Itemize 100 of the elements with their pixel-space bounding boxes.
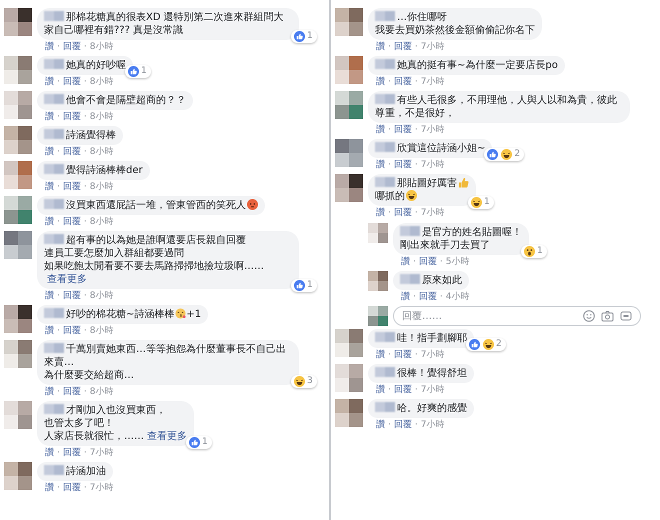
reply-link[interactable]: 回覆	[62, 41, 81, 53]
reply-link[interactable]: 回覆	[62, 216, 81, 228]
separator-dot: ·	[414, 207, 418, 219]
reply-link[interactable]: 回覆	[62, 76, 81, 88]
reply-link[interactable]: 回覆	[418, 291, 437, 303]
separator-dot: ·	[414, 124, 418, 136]
laughing-face-icon	[406, 190, 417, 201]
like-link[interactable]: 讚	[45, 482, 54, 494]
avatar[interactable]	[335, 329, 363, 357]
comment-bubble: 哇！指手劃腳耶	[368, 329, 474, 348]
laughing-face-icon	[501, 149, 512, 160]
like-link[interactable]: 讚	[45, 447, 54, 459]
like-link[interactable]: 讚	[376, 159, 385, 171]
separator-dot: ·	[57, 447, 60, 459]
surprised-face-icon	[524, 246, 535, 257]
reply-link[interactable]: 回覆	[394, 384, 412, 396]
avatar[interactable]	[335, 56, 363, 84]
like-icon	[294, 280, 305, 291]
like-link[interactable]: 讚	[45, 146, 54, 158]
see-more-link[interactable]: 查看更多	[147, 431, 187, 442]
blurred-name	[44, 164, 64, 174]
reply-link[interactable]: 回覆	[394, 349, 412, 361]
timestamp: 8小時	[90, 290, 114, 302]
like-link[interactable]: 讚	[45, 290, 54, 302]
like-link[interactable]: 讚	[45, 181, 54, 193]
like-link[interactable]: 讚	[376, 207, 385, 219]
reaction-count[interactable]: 1	[468, 196, 494, 209]
timestamp: 7小時	[420, 419, 444, 431]
reaction-count[interactable]: 3	[291, 375, 317, 388]
avatar[interactable]	[4, 462, 32, 490]
reaction-count[interactable]: 1	[291, 30, 317, 43]
avatar[interactable]	[4, 340, 32, 368]
avatar[interactable]	[4, 305, 32, 333]
reaction-count[interactable]: 1	[521, 245, 547, 258]
reply-link[interactable]: 回覆	[394, 159, 412, 171]
camera-icon[interactable]	[601, 310, 614, 322]
reply-link[interactable]: 回覆	[62, 325, 81, 337]
like-link[interactable]: 讚	[376, 76, 385, 88]
reply-link[interactable]: 回覆	[62, 482, 81, 494]
like-link[interactable]: 讚	[376, 41, 385, 53]
avatar[interactable]	[335, 91, 363, 119]
like-link[interactable]: 讚	[401, 256, 410, 268]
timestamp: 8小時	[90, 111, 114, 123]
emoji-icon[interactable]	[583, 310, 595, 322]
like-link[interactable]: 讚	[45, 386, 54, 398]
reply-link[interactable]: 回覆	[62, 447, 81, 459]
like-link[interactable]: 讚	[45, 41, 54, 53]
avatar[interactable]	[335, 8, 363, 36]
avatar[interactable]	[4, 196, 32, 224]
comment-bubble: 那棉花糖真的很表XD 還特別第二次進來群組問大家自己哪裡有錯??? 真是沒常識	[37, 8, 299, 40]
timestamp: 8小時	[90, 216, 114, 228]
timestamp: 7小時	[420, 159, 444, 171]
reply-link[interactable]: 回覆	[62, 146, 81, 158]
reaction-count[interactable]: 2	[466, 338, 506, 351]
avatar[interactable]	[4, 56, 32, 84]
blurred-name	[375, 177, 395, 187]
reply-link[interactable]: 回覆	[62, 181, 81, 193]
reply-link[interactable]: 回覆	[394, 419, 412, 431]
blurred-name	[375, 367, 395, 377]
like-link[interactable]: 讚	[376, 124, 385, 136]
avatar[interactable]	[368, 306, 388, 326]
reply-link[interactable]: 回覆	[394, 207, 412, 219]
separator-dot: ·	[388, 384, 391, 396]
reaction-count[interactable]: 1	[291, 279, 317, 292]
reply-link[interactable]: 回覆	[418, 256, 437, 268]
like-link[interactable]: 讚	[376, 384, 385, 396]
blurred-name	[375, 94, 395, 104]
like-icon	[294, 31, 305, 42]
separator-dot: ·	[57, 386, 60, 398]
avatar[interactable]	[335, 174, 363, 202]
blurred-name	[375, 332, 395, 342]
comment-bubble: 她真的好吵喔	[37, 56, 133, 75]
see-more-link[interactable]: 查看更多	[47, 274, 87, 285]
avatar[interactable]	[335, 399, 363, 427]
reply-link[interactable]: 回覆	[62, 290, 81, 302]
reply-link[interactable]: 回覆	[62, 386, 81, 398]
like-link[interactable]: 讚	[45, 76, 54, 88]
separator-dot: ·	[414, 384, 418, 396]
reply-link[interactable]: 回覆	[394, 76, 412, 88]
reply-link[interactable]: 回覆	[394, 41, 412, 53]
avatar[interactable]	[4, 8, 32, 36]
reaction-count[interactable]: 1	[186, 436, 212, 449]
avatar[interactable]	[368, 271, 388, 291]
comment-bubble: 才剛加入也沒買東西， 也管太多了吧！ 人家店長就很忙，…… 查看更多	[37, 401, 194, 446]
comment-bubble: 沒買東西還屁話一堆，管東管西的笑死人	[37, 196, 265, 215]
reaction-count[interactable]: 2	[484, 148, 524, 161]
reply-link[interactable]: 回覆	[394, 124, 412, 136]
reaction-count[interactable]: 1	[125, 65, 151, 78]
like-link[interactable]: 讚	[45, 111, 54, 123]
timestamp: 8小時	[90, 146, 114, 158]
separator-dot: ·	[414, 41, 418, 53]
reply-link[interactable]: 回覆	[62, 111, 81, 123]
like-link[interactable]: 讚	[376, 419, 385, 431]
like-link[interactable]: 讚	[376, 349, 385, 361]
avatar[interactable]	[4, 126, 32, 154]
like-link[interactable]: 讚	[45, 325, 54, 337]
like-link[interactable]: 讚	[401, 291, 410, 303]
avatar[interactable]	[4, 161, 32, 189]
like-link[interactable]: 讚	[45, 216, 54, 228]
reply-box[interactable]: 回覆……	[393, 306, 641, 326]
